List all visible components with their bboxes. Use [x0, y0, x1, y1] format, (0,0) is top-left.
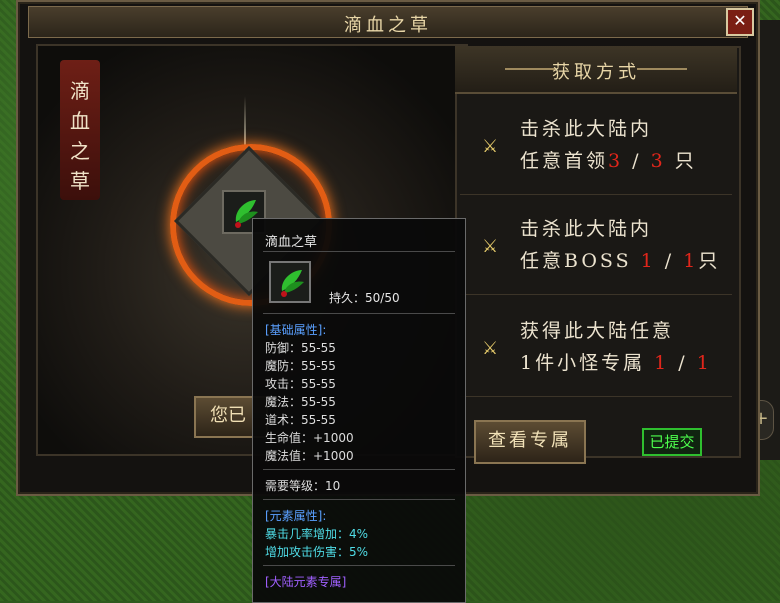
element-crit: 暴击几率增加：4% [265, 527, 369, 541]
progress-separator: / [632, 150, 642, 172]
acquire-header: 获取方式 [455, 46, 737, 94]
acquire-title: 获取方式 [552, 62, 640, 83]
row-line2: 任意首领3 / 3 只 [520, 146, 697, 173]
banner-char: 之 [70, 139, 90, 163]
ornament-right [637, 68, 687, 70]
divider [263, 499, 455, 500]
banner-char: 草 [70, 169, 90, 193]
divider [263, 565, 455, 566]
progress-separator: / [664, 250, 675, 272]
tooltip-item-name: 滴血之草 [265, 235, 318, 250]
row-line2: 1件小怪专属 1 / 1 [520, 348, 712, 375]
stat-attack: 攻击：55-55 [265, 377, 336, 391]
divider [263, 469, 455, 470]
view-exclusive-button[interactable]: 查看专属 [474, 420, 586, 464]
close-button[interactable]: ✕ [726, 8, 754, 36]
row-line2: 任意BOSS 1 / 1只 [520, 246, 720, 273]
stat-hp: 生命值：+1000 [265, 431, 354, 445]
divider [263, 251, 455, 252]
progress-total: 1 [683, 250, 699, 272]
window-title: 滴血之草 [344, 15, 432, 36]
submitted-badge: 已提交 [642, 428, 702, 456]
progress-current: 3 [608, 150, 624, 172]
item-tooltip: 滴血之草 持久：50/50 [基础属性]: 防御：55-55 魔防：55-55 … [252, 218, 466, 603]
required-level: 需要等级：10 [265, 479, 341, 493]
base-stats-header: [基础属性]: [265, 323, 327, 337]
exclusive-tag: [大陆元素专属] [265, 575, 347, 589]
progress-total: 1 [696, 352, 712, 374]
blood-herb-icon [281, 270, 304, 297]
progress-current: 1 [640, 250, 656, 272]
crossed-swords-icon: ⚔ [482, 236, 499, 257]
item-name-vertical: 滴 血 之 草 [68, 76, 92, 196]
durability: 持久：50/50 [329, 291, 400, 305]
row-line1: 击杀此大陆内 [520, 118, 653, 140]
row-line1: 击杀此大陆内 [520, 218, 653, 240]
progress-total: 3 [650, 150, 666, 172]
row-line1: 获得此大陆任意 [520, 320, 675, 342]
banner-char: 滴 [70, 79, 90, 103]
acquire-row-3: ⚔ 获得此大陆任意 1件小怪专属 1 / 1 [460, 298, 732, 397]
row-task: 1件小怪专属 [520, 352, 646, 374]
stat-mp: 魔法值：+1000 [265, 449, 354, 463]
stat-taoism: 道术：55-55 [265, 413, 336, 427]
progress-unit: 只 [698, 250, 721, 272]
row-task: 任意首领 [520, 150, 609, 172]
divider [263, 313, 455, 314]
banner-char: 血 [70, 109, 90, 133]
title-bar: 滴血之草 [28, 6, 748, 38]
element-damage: 增加攻击伤害：5% [265, 545, 369, 559]
progress-unit: 只 [674, 150, 697, 172]
stat-magic-defense: 魔防：55-55 [265, 359, 336, 373]
element-stats-header: [元素属性]: [265, 509, 327, 523]
row-task: 任意BOSS [520, 250, 632, 272]
acquire-row-2: ⚔ 击杀此大陆内 任意BOSS 1 / 1只 [460, 196, 732, 295]
stat-defense: 防御：55-55 [265, 341, 336, 355]
acquire-row-1: ⚔ 击杀此大陆内 任意首领3 / 3 只 [460, 96, 732, 195]
progress-current: 1 [654, 352, 670, 374]
stat-magic: 魔法：55-55 [265, 395, 336, 409]
crossed-swords-icon: ⚔ [482, 338, 499, 359]
progress-separator: / [678, 352, 688, 374]
tooltip-item-icon [269, 261, 311, 303]
crossed-swords-icon: ⚔ [482, 136, 499, 157]
